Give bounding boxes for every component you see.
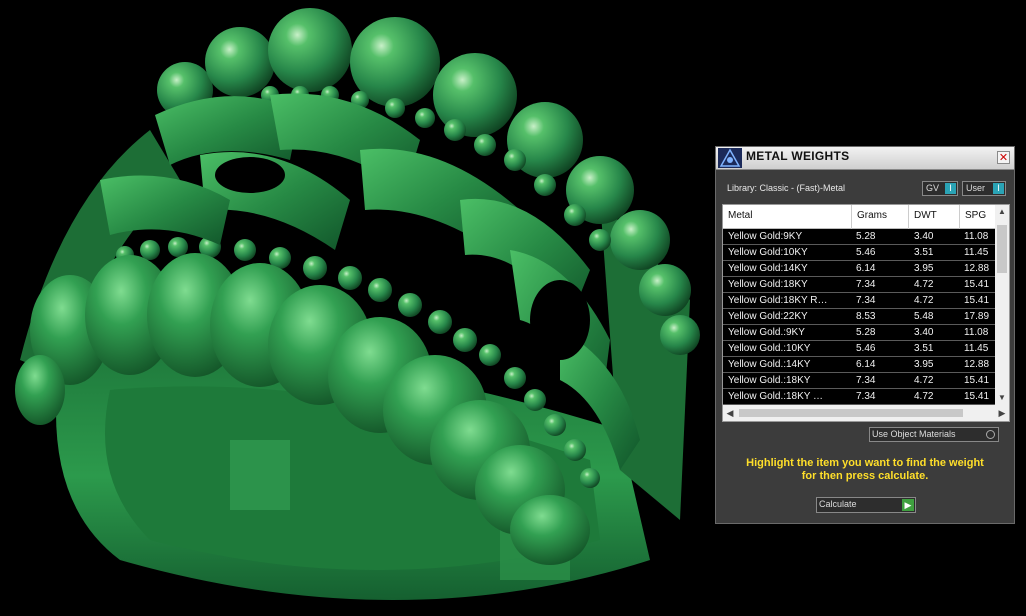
gv-toggle-button[interactable]: GV I (922, 181, 958, 196)
table-cell: Yellow Gold:18KY (728, 279, 808, 290)
instruction-line: for then press calculate. (801, 470, 929, 482)
table-cell: 11.08 (964, 231, 989, 242)
calculate-button[interactable]: Calculate ▶ (816, 497, 916, 513)
library-label: Library: Classic - (Fast)-Metal (727, 183, 846, 193)
table-cell: 5.28 (856, 231, 876, 242)
table-row[interactable]: Yellow Gold:18KY 7.34 4.72 15.41 (723, 277, 995, 293)
table-row[interactable]: Yellow Gold.:10KY 5.46 3.51 11.45 (723, 341, 995, 357)
column-header-spg[interactable]: SPG (965, 210, 986, 221)
play-arrow-icon: ▶ (902, 499, 914, 511)
table-cell: 11.45 (964, 247, 989, 258)
horizontal-scroll-thumb[interactable] (739, 409, 963, 417)
table-cell: 3.95 (914, 263, 934, 274)
table-cell: 7.34 (856, 279, 876, 290)
table-cell: Yellow Gold.:10KY (728, 343, 811, 354)
ring-band-segment (230, 440, 290, 510)
table-cell: 11.08 (964, 327, 989, 338)
table-cell: 12.88 (964, 263, 990, 274)
ring-model (15, 8, 700, 600)
table-row[interactable]: Yellow Gold:14KY 6.14 3.95 12.88 (723, 261, 995, 277)
table-cell: Yellow Gold:22KY (728, 311, 808, 322)
vertical-scrollbar[interactable]: ▲ ▼ (995, 205, 1009, 405)
table-cell: 17.89 (964, 311, 990, 322)
table-cell: 6.14 (856, 359, 876, 370)
table-cell: 7.34 (856, 375, 876, 386)
table-cell: 4.72 (914, 375, 934, 386)
panel-title: METAL WEIGHTS (746, 149, 850, 163)
table-cell: 15.41 (964, 391, 990, 402)
table-cell: 3.95 (914, 359, 934, 370)
column-header-grams[interactable]: Grams (857, 210, 887, 221)
metal-weights-panel: METAL WEIGHTS ✕ Library: Classic - (Fast… (715, 146, 1015, 524)
column-header-metal[interactable]: Metal (728, 210, 752, 221)
table-cell: 7.34 (856, 391, 876, 402)
table-cell: 4.72 (914, 295, 934, 306)
toggle-indicator-icon: I (945, 183, 956, 194)
table-cell: 15.41 (964, 375, 990, 386)
table-cell: 3.40 (914, 231, 934, 242)
table-cell: 5.46 (856, 343, 876, 354)
table-body: Yellow Gold:9KY 5.28 3.40 11.08 Yellow Gold:… (723, 229, 995, 405)
table-cell: 5.28 (856, 327, 876, 338)
scroll-up-icon[interactable]: ▲ (995, 205, 1009, 219)
vertical-scroll-thumb[interactable] (997, 225, 1007, 273)
table-cell: 4.72 (914, 391, 934, 402)
table-cell: 3.51 (914, 247, 934, 258)
table-cell: Yellow Gold:10KY (728, 247, 808, 258)
table-cell: Yellow Gold:18KY R… (728, 295, 828, 306)
scroll-down-icon[interactable]: ▼ (995, 391, 1009, 405)
table-cell: 8.53 (856, 311, 876, 322)
calculate-label: Calculate (819, 499, 857, 509)
instruction-text: Highlight the item you want to find the … (716, 457, 1014, 483)
table-row[interactable]: Yellow Gold.:18KY … 7.34 4.72 15.41 (723, 389, 995, 405)
table-cell: 7.34 (856, 295, 876, 306)
instruction-line: Highlight the item you want to find the … (746, 457, 984, 469)
table-row[interactable]: Yellow Gold:9KY 5.28 3.40 11.08 (723, 229, 995, 245)
table-cell: 4.72 (914, 279, 934, 290)
table-cell: 3.51 (914, 343, 934, 354)
table-cell: 15.41 (964, 295, 990, 306)
user-label: User (966, 183, 986, 193)
table-row[interactable]: Yellow Gold.:14KY 6.14 3.95 12.88 (723, 357, 995, 373)
gv-label: GV (926, 183, 940, 193)
table-row[interactable]: Yellow Gold.:9KY 5.28 3.40 11.08 (723, 325, 995, 341)
horizontal-scrollbar[interactable]: ◀ ▶ (723, 405, 1009, 421)
table-cell: 6.14 (856, 263, 876, 274)
table-row[interactable]: Yellow Gold:22KY 8.53 5.48 17.89 (723, 309, 995, 325)
table-cell: Yellow Gold:9KY (728, 231, 803, 242)
metal-table[interactable]: Metal Grams DWT SPG Yellow Gold:9KY 5.28 3… (722, 204, 1010, 422)
table-cell: Yellow Gold.:18KY (728, 375, 811, 386)
close-icon[interactable]: ✕ (997, 151, 1010, 164)
use-object-materials-option[interactable]: Use Object Materials (869, 427, 999, 442)
scroll-left-icon[interactable]: ◀ (723, 405, 737, 421)
table-header: Metal Grams DWT SPG (723, 205, 995, 229)
toggle-indicator-icon: I (993, 183, 1004, 194)
table-cell: 5.46 (856, 247, 876, 258)
table-row[interactable]: Yellow Gold:18KY R… 7.34 4.72 15.41 (723, 293, 995, 309)
panel-titlebar[interactable]: METAL WEIGHTS ✕ (716, 147, 1014, 170)
table-cell: 12.88 (964, 359, 990, 370)
scroll-right-icon[interactable]: ▶ (995, 405, 1009, 421)
column-header-dwt[interactable]: DWT (914, 210, 937, 221)
table-cell: 15.41 (964, 279, 990, 290)
table-cell: 11.45 (964, 343, 989, 354)
user-toggle-button[interactable]: User I (962, 181, 1006, 196)
radio-icon[interactable] (986, 430, 995, 439)
table-cell: Yellow Gold:14KY (728, 263, 808, 274)
use-object-materials-label: Use Object Materials (872, 429, 956, 439)
table-row[interactable]: Yellow Gold:10KY 5.46 3.51 11.45 (723, 245, 995, 261)
table-cell: 3.40 (914, 327, 934, 338)
table-cell: Yellow Gold.:9KY (728, 327, 805, 338)
table-cell: Yellow Gold.:14KY (728, 359, 811, 370)
table-cell: Yellow Gold.:18KY … (728, 391, 824, 402)
table-cell: 5.48 (914, 311, 934, 322)
app-logo-icon (718, 148, 742, 168)
table-row[interactable]: Yellow Gold.:18KY 7.34 4.72 15.41 (723, 373, 995, 389)
